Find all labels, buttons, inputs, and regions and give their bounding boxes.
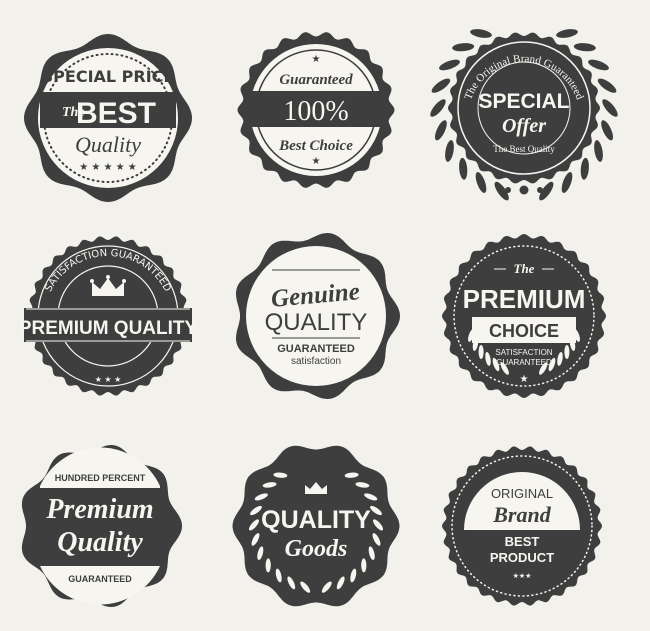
badge-special-offer: The Original Brand Guaranteed SPECIAL Of… — [430, 29, 618, 201]
badge-7-quality-text: Quality — [57, 527, 143, 558]
badge-7-guaranteed-text: GUARANTEED — [68, 574, 132, 584]
badge-5-quality-text: QUALITY — [265, 309, 368, 336]
badge-2-guaranteed-text: Guaranteed — [279, 72, 353, 88]
laurel-leaf — [556, 29, 578, 38]
badge-1-star-row: ★ ★ ★ ★ ★ — [79, 162, 137, 173]
badge-4-stars-icon: ★ ★ ★ — [95, 375, 122, 384]
laurel-leaf — [602, 99, 618, 117]
badge-8-goods-text: Goods — [285, 536, 348, 562]
badge-1-top-text: SPECIAL PRICE — [42, 67, 175, 86]
badge-2-top-star-icon: ★ — [312, 54, 321, 65]
badge-special-price-best-quality: SPECIAL PRICE The BEST Quality ★ ★ ★ ★ ★ — [24, 34, 192, 202]
badge-premium-quality-crown: SATISFACTION GUARANTEED PREMIUM QUALITY … — [19, 236, 198, 396]
badge-9-bottom-stars-icon: ★★★ — [513, 572, 532, 580]
badge-6-premium-text: PREMIUM — [463, 284, 586, 314]
laurel-leaf — [430, 99, 446, 117]
laurel-leaf — [573, 43, 596, 52]
badge-7-premium-text: Premium — [45, 494, 153, 525]
laurel-leaf — [597, 78, 617, 93]
badge-9-brand-text: Brand — [492, 502, 551, 527]
laurel-leaf — [564, 345, 570, 359]
badge-2-bottom-star-icon: ★ — [312, 156, 321, 167]
badge-9-product-text: PRODUCT — [490, 550, 554, 565]
badge-7-hundred-percent-text: HUNDRED PERCENT — [55, 473, 146, 483]
badge-3-special-text: SPECIAL — [478, 90, 569, 113]
badge-3-offer-text: Offer — [502, 115, 546, 137]
badge-1-quality-text: Quality — [75, 132, 141, 157]
badge-4-premium-quality-text: PREMIUM QUALITY — [19, 318, 198, 339]
badge-1-best-text: BEST — [76, 97, 156, 130]
laurel-leaf — [435, 120, 447, 141]
laurel-leaf — [459, 157, 468, 180]
badge-premium-quality-script: HUNDRED PERCENT Premium Quality GUARANTE… — [21, 445, 183, 607]
badge-8-quality-text: QUALITY — [261, 506, 371, 534]
badge-guaranteed-100-best-choice: ★ Guaranteed 100% Best Choice ★ — [237, 32, 395, 188]
badge-3-best-quality-text: The Best Quality — [493, 144, 555, 154]
badge-5-guaranteed-text: GUARANTEED — [277, 343, 355, 355]
laurel-leaf — [445, 140, 454, 162]
badge-collection: SPECIAL PRICE The BEST Quality ★ ★ ★ ★ ★… — [19, 29, 618, 607]
laurel-leaf — [594, 140, 603, 162]
badge-6-the-text: The — [514, 261, 535, 276]
laurel-leaf — [561, 172, 573, 193]
laurel-leaf — [452, 43, 475, 52]
badge-6-choice-text: CHOICE — [489, 321, 559, 341]
badge-9-original-text: ORIGINAL — [491, 486, 553, 501]
laurel-leaf — [588, 59, 609, 71]
badge-2-best-choice-text: Best Choice — [278, 138, 353, 154]
badge-quality-goods: QUALITY Goods — [232, 445, 400, 607]
badge-3-dots — [505, 185, 543, 195]
badge-7-bottom-cap — [40, 566, 160, 605]
laurel-leaf — [580, 157, 589, 180]
badge-1-stars-icon: ★ ★ ★ ★ ★ — [79, 162, 137, 173]
badge-6-satisfaction-text: SATISFACTION — [495, 348, 552, 357]
laurel-leaf — [475, 172, 487, 193]
badge-premium-choice: The PREMIUM CHOICE SATISFACTION GUARANTE… — [442, 234, 606, 398]
laurel-leaf — [601, 120, 613, 141]
laurel-leaf — [478, 345, 484, 359]
badge-5-satisfaction-text: satisfaction — [291, 356, 341, 367]
badge-9-best-text: BEST — [505, 534, 540, 549]
badge-genuine-quality: Genuine QUALITY GUARANTEED satisfaction — [236, 233, 400, 399]
badge-2-percent-text: 100% — [283, 96, 348, 127]
badge-9-top-stars-icon: ★★★ — [513, 472, 532, 480]
laurel-leaf — [439, 59, 460, 71]
badge-6-star-icon: ★ — [520, 374, 529, 385]
laurel-leaf — [431, 78, 451, 93]
laurel-leaf — [470, 29, 492, 38]
badge-original-brand-best-product: ORIGINAL Brand BEST PRODUCT ★★★ ★★★ — [442, 446, 602, 606]
